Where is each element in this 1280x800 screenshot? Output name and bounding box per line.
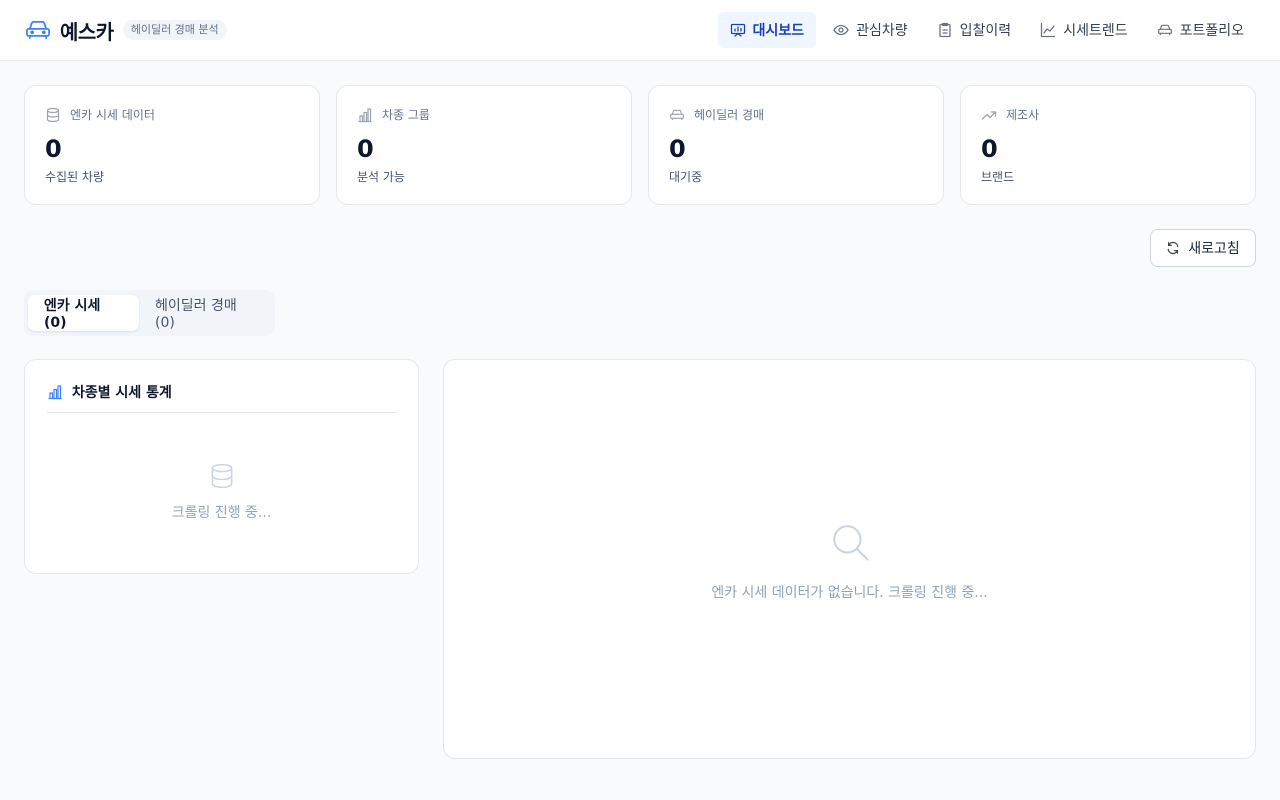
stat-sub: 브랜드 [981,170,1015,184]
stat-card-manufacturers: 제조사 0 브랜드 [960,85,1256,205]
stat-value: 0 [45,135,62,163]
search-icon [829,521,871,563]
stat-value: 0 [357,135,374,163]
clipboard-icon [937,22,953,38]
stat-label: 제조사 [1006,108,1040,122]
stat-label: 헤이딜러 경매 [694,108,765,122]
tab-heydealer[interactable]: 헤이딜러 경매 (0) [139,295,271,331]
tab-encar[interactable]: 엔카 시세 (0) [28,295,140,331]
data-source-tabs: 엔카 시세 (0) 헤이딜러 경매 (0) [24,290,275,336]
stat-card-heydealer-auctions: 헤이딜러 경매 0 대기중 [648,85,944,205]
stat-card-encar-data: 엔카 시세 데이터 0 수집된 차량 [24,85,320,205]
stat-card-model-groups: 차종 그룹 0 분석 가능 [336,85,632,205]
stat-sub: 대기중 [669,170,703,184]
database-icon [45,107,61,123]
nav-item-label: 대시보드 [752,23,805,39]
nav-item-label: 관심차량 [856,23,908,39]
nav-item-portfolio[interactable]: 포트폴리오 [1145,12,1256,48]
nav-item-bid-history[interactable]: 입찰이력 [925,12,1024,48]
nav-item-watchlist[interactable]: 관심차량 [821,12,920,48]
stat-value: 0 [981,135,998,163]
empty-state-text: 엔카 시세 데이터가 없습니다. 크롤링 진행 중... [711,585,988,601]
refresh-icon [1166,241,1180,255]
panel-title: 차종별 시세 통계 [72,385,172,401]
brand-badge: 헤이딜러 경매 분석 [122,20,227,40]
nav-item-label: 입찰이력 [959,23,1012,39]
stat-label: 차종 그룹 [382,108,430,122]
nav-item-dashboard[interactable]: 대시보드 [717,12,817,48]
stat-label: 엔카 시세 데이터 [70,108,155,122]
model-price-stats-panel: 차종별 시세 통계 크롤링 진행 중... [24,359,419,574]
presentation-chart-icon [730,22,746,38]
refresh-button[interactable]: 새로고침 [1150,229,1256,267]
divider [47,412,398,413]
trending-up-icon [981,107,997,123]
main-nav: 대시보드 관심차량 입찰이력 시세트렌드 포트폴리오 [713,12,1256,48]
encar-listing-panel: 엔카 시세 데이터가 없습니다. 크롤링 진행 중... [443,359,1256,759]
brand[interactable]: 예스카 헤이딜러 경매 분석 [24,16,227,44]
nav-item-label: 포트폴리오 [1179,23,1244,39]
empty-state-text: 크롤링 진행 중... [171,505,272,521]
bar-chart-icon [47,384,63,400]
top-header: 예스카 헤이딜러 경매 분석 대시보드 관심차량 입찰이력 시세트렌드 포트폴리… [0,0,1280,61]
bar-chart-icon [357,107,373,123]
nav-item-price-trend[interactable]: 시세트렌드 [1028,12,1139,48]
brand-name: 예스카 [60,19,114,44]
refresh-label: 새로고침 [1188,241,1240,257]
car-icon [669,107,685,123]
stat-value: 0 [669,135,686,163]
line-chart-icon [1040,22,1056,38]
stat-sub: 분석 가능 [357,170,405,184]
eye-icon [833,22,849,38]
stat-sub: 수집된 차량 [45,170,105,184]
car-logo-icon [24,16,52,44]
nav-item-label: 시세트렌드 [1063,23,1128,39]
car-icon [1157,22,1173,38]
database-icon [208,462,236,490]
